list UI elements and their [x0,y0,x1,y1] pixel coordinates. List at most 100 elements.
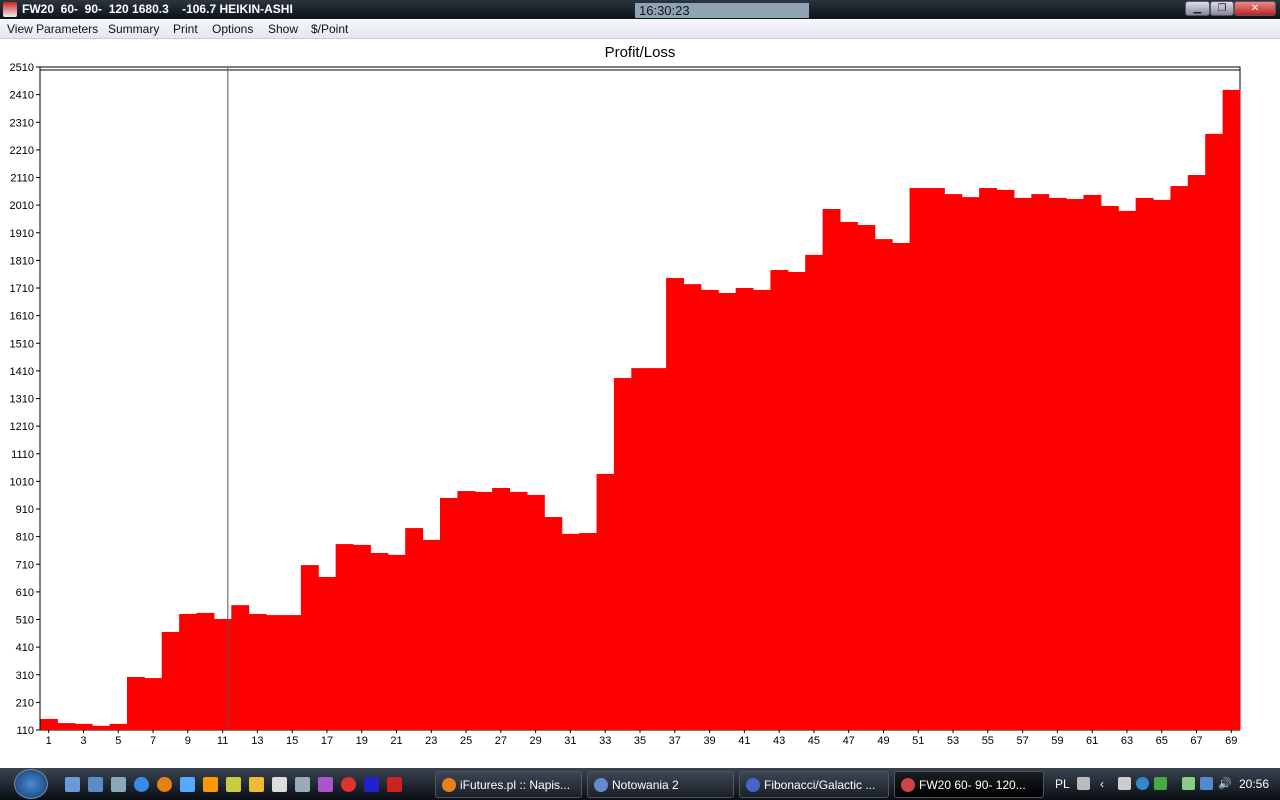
keyboard-icon[interactable] [1077,777,1090,790]
bar [926,187,945,730]
y-tick-label: 710 [16,559,34,571]
task-ifutures[interactable]: iFutures.pl :: Napis... [435,771,582,798]
x-tick-label: 5 [115,735,121,747]
x-tick-label: 19 [356,735,368,747]
x-tick-label: 47 [843,735,855,747]
y-tick-label: 810 [16,532,34,544]
app-icon[interactable] [226,777,241,792]
y-tick-label: 210 [16,697,34,709]
language-indicator[interactable]: PL [1055,777,1070,791]
y-tick-label: 610 [16,587,34,599]
media-icon[interactable] [203,777,218,792]
volume-icon[interactable]: 🔊 [1218,777,1232,790]
app-icon [594,778,608,792]
firefox-icon[interactable] [157,777,172,792]
y-tick-label: 1510 [10,338,34,350]
app-tray-icon[interactable] [1136,777,1149,790]
bar [700,289,719,730]
y-tick-label: 2010 [10,200,34,212]
bar [109,723,128,730]
y-tick-label: 1310 [10,394,34,406]
bar [405,528,424,730]
x-tick-label: 23 [425,735,437,747]
start-button[interactable] [14,769,48,799]
x-tick-label: 13 [251,735,263,747]
bar [666,278,684,730]
app-icon[interactable] [364,777,379,792]
recycle-bin-icon[interactable] [295,777,310,792]
bar [561,533,580,730]
task-fw20[interactable]: FW20 60- 90- 120... [894,771,1044,798]
battery-icon[interactable] [1182,777,1195,790]
y-tick-label: 410 [16,642,34,654]
x-tick-label: 59 [1051,735,1063,747]
chevron-left-icon[interactable]: ‹ [1100,777,1113,791]
x-tick-label: 61 [1086,735,1098,747]
internet-explorer-icon[interactable] [134,777,149,792]
bar [422,539,441,730]
x-tick-label: 29 [530,735,542,747]
task-notowania[interactable]: Notowania 2 [587,771,734,798]
bar [318,576,337,730]
bar [300,565,319,730]
x-tick-label: 39 [703,735,715,747]
task-label: FW20 60- 90- 120... [919,778,1026,792]
bar [57,723,76,730]
y-tick-label: 910 [16,504,34,516]
bar [144,678,163,730]
x-tick-label: 45 [808,735,820,747]
bar [735,288,754,730]
x-tick-label: 21 [390,735,402,747]
bar [231,605,250,730]
app-icon[interactable] [318,777,333,792]
folder-icon[interactable] [249,777,264,792]
app-icon[interactable] [341,777,356,792]
bar [857,225,876,730]
bar [805,254,824,730]
app-icon[interactable] [387,777,402,792]
printer-icon[interactable] [1118,777,1131,790]
computer-icon[interactable] [180,777,195,792]
bar [892,242,911,730]
y-tick-label: 2510 [10,62,34,74]
switch-windows-icon[interactable] [88,777,103,792]
show-desktop-icon[interactable] [65,777,80,792]
x-tick-label: 41 [738,735,750,747]
network-icon[interactable] [1200,777,1213,790]
bar [979,187,998,730]
y-tick-label: 110 [16,725,34,737]
bar [440,497,458,730]
bar [753,289,771,730]
app-icon[interactable] [111,777,126,792]
x-tick-label: 27 [495,735,507,747]
x-tick-label: 15 [286,735,298,747]
bar [770,270,789,730]
x-tick-label: 49 [877,735,889,747]
app-tray-icon[interactable] [1154,777,1167,790]
bar [787,271,806,730]
bar [648,368,667,730]
task-fibonacci[interactable]: Fibonacci/Galactic ... [739,771,889,798]
bar [126,676,145,730]
bar [631,368,650,730]
x-tick-label: 35 [634,735,646,747]
y-tick-label: 1810 [10,255,34,267]
bar [1083,194,1102,730]
x-tick-label: 17 [321,735,333,747]
notepad-icon[interactable] [272,777,287,792]
x-tick-label: 1 [46,735,52,747]
taskbar-clock[interactable]: 20:56 [1239,777,1269,791]
x-tick-label: 67 [1190,735,1202,747]
bar [944,194,963,730]
bar [613,378,632,730]
bar [840,221,858,730]
bar [353,544,371,730]
y-tick-label: 1010 [10,476,34,488]
bar [509,491,528,730]
bar [1066,199,1084,731]
x-tick-label: 57 [1016,735,1028,747]
y-tick-label: 510 [16,615,34,627]
bar [179,613,198,730]
bar [266,615,284,730]
x-tick-label: 63 [1121,735,1133,747]
